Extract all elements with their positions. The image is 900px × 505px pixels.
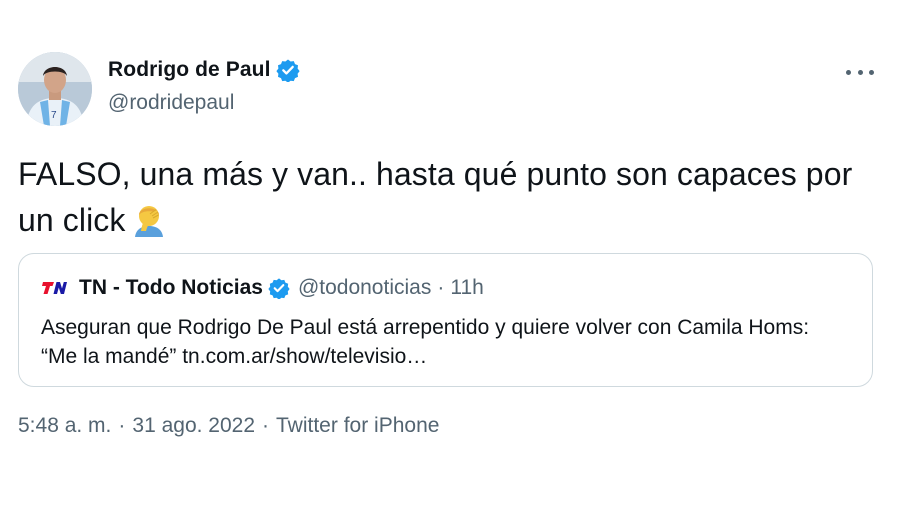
svg-text:7: 7	[51, 110, 57, 121]
quoted-tweet-header: TN - Todo Noticias @todonoticias · 11h	[41, 276, 484, 300]
more-options-icon[interactable]	[846, 62, 874, 82]
person-facepalming-emoji	[132, 201, 166, 237]
tweet-metadata: 5:48 a. m. · 31 ago. 2022 · Twitter for iPho…	[18, 414, 439, 438]
author-name[interactable]: Rodrigo de Paul	[108, 58, 271, 82]
tweet[interactable]: 7 Rodrigo de Paul @rodridepaul FALSO, un…	[0, 0, 900, 505]
author-avatar[interactable]: 7	[18, 52, 92, 126]
tweet-source[interactable]: Twitter for iPhone	[276, 414, 439, 437]
tweet-time[interactable]: 5:48 a. m.	[18, 414, 111, 437]
author-handle[interactable]: @rodridepaul	[108, 91, 234, 115]
separator-dot: ·	[262, 414, 270, 437]
author-name-row[interactable]: Rodrigo de Paul	[108, 58, 300, 83]
tn-logo	[41, 279, 67, 297]
avatar-image: 7	[18, 52, 92, 126]
quoted-author-name[interactable]: TN - Todo Noticias	[79, 276, 263, 300]
tweet-text: FALSO, una más y van.. hasta qué punto s…	[18, 151, 868, 243]
quoted-tweet[interactable]: TN - Todo Noticias @todonoticias · 11h A…	[18, 253, 873, 387]
tweet-date[interactable]: 31 ago. 2022	[132, 414, 255, 437]
quoted-tweet-text: Aseguran que Rodrigo De Paul está arrepe…	[41, 316, 810, 368]
separator-dot: ·	[437, 276, 445, 299]
separator-dot: ·	[118, 414, 126, 437]
verified-badge-icon	[275, 58, 300, 83]
quoted-tweet-time[interactable]: 11h	[450, 276, 483, 300]
verified-badge-icon	[268, 277, 290, 300]
quoted-author-handle[interactable]: @todonoticias	[298, 276, 431, 300]
